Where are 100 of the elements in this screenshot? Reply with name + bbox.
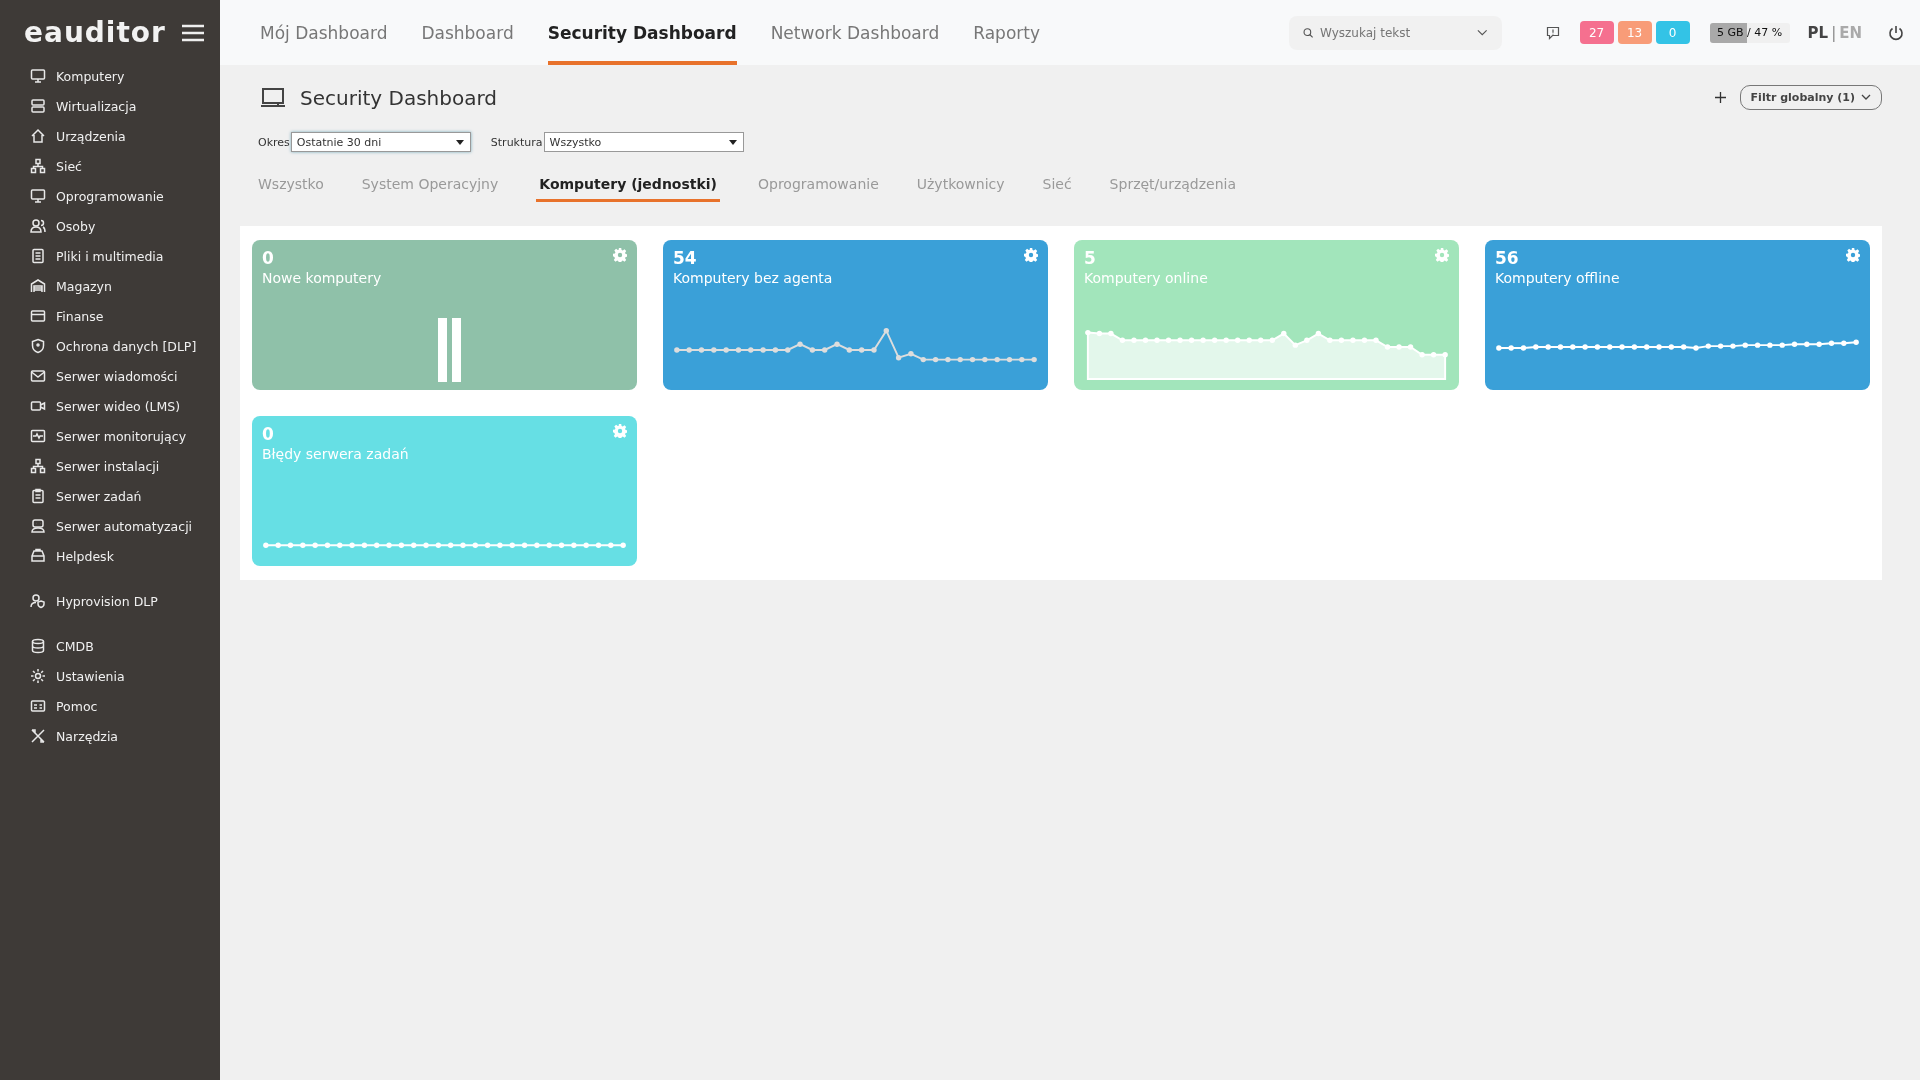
settings-icon[interactable] [1846, 248, 1860, 262]
data-point [945, 356, 951, 363]
data-point [920, 356, 926, 363]
nav-tab[interactable]: Dashboard [421, 0, 514, 65]
sidebar-item[interactable]: Wirtualizacja [0, 91, 220, 121]
settings-icon[interactable] [1435, 248, 1449, 262]
data-point [1108, 330, 1114, 337]
message-alert-icon[interactable] [1545, 25, 1560, 40]
sidebar-item[interactable]: Sieć [0, 151, 220, 181]
data-point [969, 356, 976, 363]
home-icon [30, 128, 46, 144]
stat-title: Komputery bez agenta [673, 270, 833, 286]
search-icon [1302, 26, 1314, 39]
dropdown-arrow-icon [455, 140, 464, 145]
network-icon [30, 458, 46, 474]
sidebar-item[interactable]: Osoby [0, 211, 220, 241]
global-filter-button[interactable]: Filtr globalny (1) [1739, 85, 1882, 110]
stat-title: Nowe komputery [262, 270, 382, 286]
sidebar-item[interactable]: Hyprovision DLP [0, 586, 220, 616]
filter-select[interactable]: Wszystko [543, 132, 744, 152]
data-point [1767, 342, 1773, 348]
power-icon[interactable] [1888, 24, 1904, 41]
data-point [760, 347, 766, 353]
data-point [772, 347, 779, 353]
data-point [1570, 344, 1576, 350]
data-point [1717, 343, 1724, 349]
data-point [895, 355, 902, 361]
settings-icon[interactable] [613, 424, 627, 438]
nav-tab[interactable]: Network Dashboard [770, 0, 940, 65]
sidebar-item[interactable]: Oprogramowanie [0, 181, 220, 211]
sidebar-item[interactable]: Ochrona danych [DLP] [0, 331, 220, 361]
logo[interactable]: eauditor [24, 16, 166, 49]
data-point [1142, 337, 1149, 343]
data-point [1594, 344, 1601, 350]
storage-text: 5 GB / 47 % [1715, 25, 1784, 41]
clipboard-icon [30, 488, 46, 504]
sidebar-item[interactable]: Komputery [0, 61, 220, 91]
plus-icon[interactable] [1714, 92, 1726, 103]
data-point [1006, 356, 1013, 363]
section-tab[interactable]: Komputery (jednostki) [536, 176, 720, 202]
sidebar-item[interactable]: Serwer wiadomości [0, 361, 220, 391]
search-bar[interactable]: Wyszukaj tekst [1288, 15, 1502, 50]
stat-title: Błędy serwera zadań [262, 446, 409, 462]
stat-value: 0 [262, 248, 275, 268]
nav-tab[interactable]: Raporty [973, 0, 1041, 65]
nav-tab[interactable]: Mój Dashboard [260, 0, 388, 65]
data-point [1315, 330, 1322, 337]
data-point [1338, 337, 1345, 343]
sidebar-item[interactable]: Pomoc [0, 691, 220, 721]
data-point [1520, 345, 1527, 351]
sidebar-item[interactable]: Helpdesk [0, 541, 220, 571]
data-point [858, 347, 865, 353]
data-point [883, 327, 889, 334]
shield-icon [30, 338, 46, 354]
chevron-down-icon [1477, 28, 1488, 37]
filter-select[interactable]: Ostatnie 30 dni [290, 132, 471, 152]
data-point [1096, 330, 1103, 337]
search-input[interactable]: Wyszukaj tekst [1318, 24, 1473, 41]
data-point [822, 347, 828, 353]
sidebar-item[interactable]: Serwer zadań [0, 481, 220, 511]
data-point [497, 542, 503, 548]
sidebar-item[interactable]: Serwer wideo (LMS) [0, 391, 220, 421]
data-point [994, 356, 1000, 363]
sidebar-item[interactable]: Narzędzia [0, 721, 220, 751]
dropdown-arrow-icon [728, 140, 737, 145]
language-link[interactable]: PL [1807, 23, 1829, 42]
data-point [460, 542, 466, 548]
data-point [1533, 344, 1539, 350]
data-point [521, 542, 528, 548]
sidebar-item[interactable]: CMDB [0, 631, 220, 661]
data-point [287, 542, 294, 548]
sidebar-item[interactable]: Pliki i multimedia [0, 241, 220, 271]
data-point [1828, 340, 1835, 346]
mail-icon [30, 368, 46, 384]
sidebar-item[interactable]: Serwer monitorujący [0, 421, 220, 451]
data-point [797, 341, 803, 347]
data-point [1188, 337, 1195, 343]
data-point [374, 542, 380, 548]
sidebar-item[interactable]: Ustawienia [0, 661, 220, 691]
video-icon [30, 398, 46, 414]
data-point [908, 351, 914, 357]
sidebar-item[interactable]: Serwer instalacji [0, 451, 220, 481]
sidebar-item[interactable]: Urządzenia [0, 121, 220, 151]
settings-icon[interactable] [613, 248, 627, 262]
data-point [1396, 344, 1402, 350]
sidebar-item[interactable]: Finanse [0, 301, 220, 331]
data-point [1031, 356, 1037, 363]
data-point [1853, 339, 1859, 345]
sidebar-item[interactable]: Serwer automatyzacji [0, 511, 220, 541]
menu-icon[interactable] [182, 23, 204, 42]
data-point [735, 347, 742, 353]
data-point [571, 542, 577, 548]
nav-tab[interactable]: Security Dashboard [547, 0, 737, 65]
settings-icon[interactable] [1024, 248, 1038, 262]
sidebar-item[interactable]: Magazyn [0, 271, 220, 301]
user-shield-icon [30, 593, 46, 609]
data-point [1841, 340, 1847, 346]
data-point [447, 542, 454, 548]
panel-icon [30, 698, 46, 714]
stat-value: 56 [1495, 248, 1520, 268]
